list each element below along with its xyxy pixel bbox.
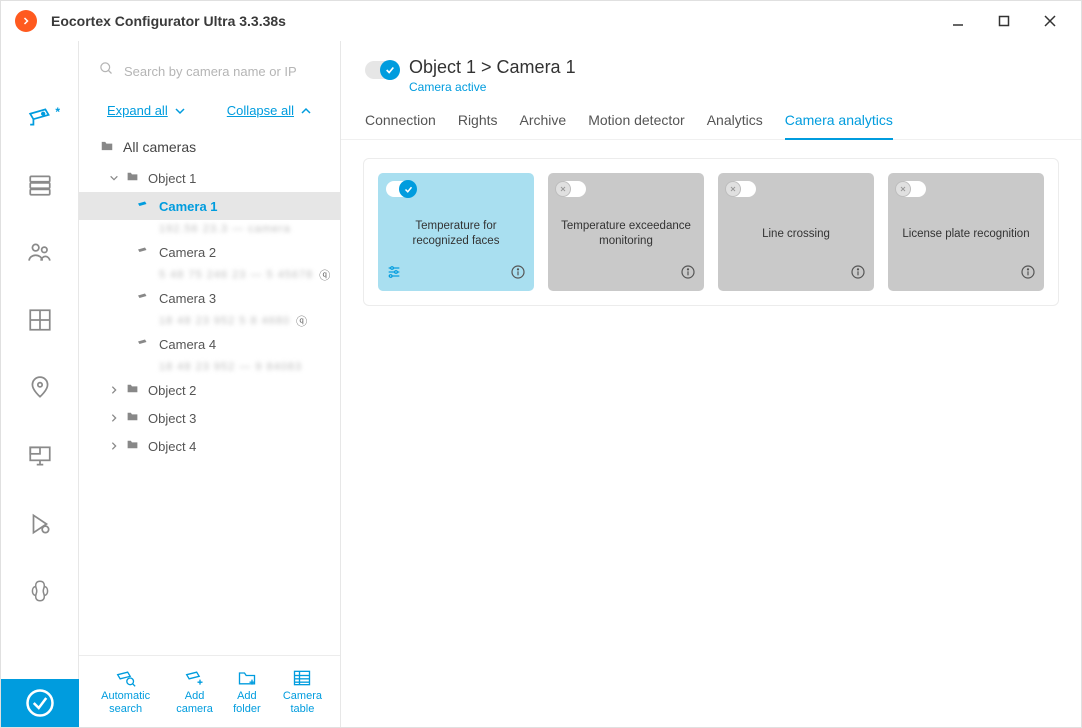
folder-icon — [99, 139, 115, 156]
analytics-toggle[interactable] — [896, 181, 926, 197]
tab-archive[interactable]: Archive — [520, 112, 567, 139]
info-icon[interactable] — [850, 264, 866, 285]
folder-icon — [125, 410, 140, 426]
nav-servers[interactable] — [1, 169, 78, 201]
tab-motion-detector[interactable]: Motion detector — [588, 112, 685, 139]
settings-icon[interactable] — [386, 264, 402, 285]
camera-address: 192.56 23.3 — camera — [79, 220, 340, 238]
chevron-up-icon — [300, 105, 312, 117]
camera-address: 18 48 23 952 — 9 84083 — [79, 358, 340, 376]
tree-camera[interactable]: Camera 3 — [79, 284, 340, 312]
nav-cameras[interactable]: * — [1, 101, 78, 133]
tree-camera[interactable]: Camera 2 — [79, 238, 340, 266]
close-button[interactable] — [1027, 5, 1073, 37]
info-icon[interactable] — [1020, 264, 1036, 285]
collapse-all-link[interactable]: Collapse all — [227, 103, 312, 118]
app-title: Eocortex Configurator Ultra 3.3.38s — [51, 13, 286, 29]
search-icon — [99, 61, 114, 81]
nav-sidebar: * — [1, 41, 79, 727]
main-content: Object 1 > Camera 1 Camera active Connec… — [341, 41, 1081, 727]
modified-indicator: * — [55, 105, 60, 119]
camera-address: 18 48 23 952 5 8 4680ⓠ — [79, 312, 340, 330]
analytics-card[interactable]: Line crossing — [718, 173, 874, 291]
nav-views[interactable] — [1, 440, 78, 472]
tree-object[interactable]: Object 4 — [79, 432, 340, 460]
camera-icon — [135, 337, 151, 352]
camera-tree-panel: Expand all Collapse all All cameras — [79, 41, 341, 727]
camera-icon — [135, 291, 151, 306]
camera-table-button[interactable]: Camera table — [271, 668, 334, 714]
analytics-label: Temperature for recognized faces — [388, 219, 524, 249]
app-logo-icon — [15, 10, 37, 32]
camera-icon — [135, 199, 151, 214]
analytics-label: Temperature exceedance monitoring — [558, 219, 694, 249]
nav-plans[interactable] — [1, 304, 78, 336]
folder-icon — [125, 438, 140, 454]
folder-icon — [125, 170, 140, 186]
chevron-down-icon — [174, 105, 186, 117]
analytics-card[interactable]: License plate recognition — [888, 173, 1044, 291]
analytics-label: Line crossing — [762, 227, 830, 242]
add-camera-button[interactable]: Add camera — [166, 668, 223, 714]
tab-analytics[interactable]: Analytics — [707, 112, 763, 139]
info-icon[interactable] — [680, 264, 696, 285]
tab-connection[interactable]: Connection — [365, 112, 436, 139]
nav-analytics[interactable] — [1, 576, 78, 608]
preview-icon[interactable]: ⓠ — [296, 313, 308, 329]
camera-address: 5 48 75 246 23 — 5 45678ⓠ — [79, 266, 340, 284]
breadcrumb-title: Object 1 > Camera 1 — [409, 57, 576, 78]
chevron-down-icon — [109, 171, 121, 186]
analytics-card-row: Temperature for recognized faces Tempera… — [363, 158, 1059, 306]
preview-icon[interactable]: ⓠ — [319, 267, 331, 283]
tab-rights[interactable]: Rights — [458, 112, 498, 139]
tree-root[interactable]: All cameras — [79, 130, 340, 164]
camera-icon — [135, 245, 151, 260]
tab-camera-analytics[interactable]: Camera analytics — [785, 112, 893, 140]
tree-camera[interactable]: Camera 4 — [79, 330, 340, 358]
tree-object[interactable]: Object 3 — [79, 404, 340, 432]
chevron-right-icon — [109, 439, 121, 454]
analytics-label: License plate recognition — [902, 227, 1029, 242]
tree-object[interactable]: Object 2 — [79, 376, 340, 404]
maximize-button[interactable] — [981, 5, 1027, 37]
camera-status: Camera active — [409, 80, 576, 94]
analytics-card[interactable]: Temperature exceedance monitoring — [548, 173, 704, 291]
expand-all-link[interactable]: Expand all — [107, 103, 186, 118]
analytics-toggle[interactable] — [556, 181, 586, 197]
apply-button[interactable] — [1, 679, 79, 727]
tree-object[interactable]: Object 1 — [79, 164, 340, 192]
tree-camera[interactable]: Camera 1 — [79, 192, 340, 220]
analytics-toggle[interactable] — [726, 181, 756, 197]
nav-automation[interactable] — [1, 508, 78, 540]
camera-enable-toggle[interactable] — [365, 61, 399, 79]
nav-users[interactable] — [1, 237, 78, 269]
nav-maps[interactable] — [1, 372, 78, 404]
chevron-right-icon — [109, 411, 121, 426]
automatic-search-button[interactable]: Automatic search — [85, 668, 166, 714]
minimize-button[interactable] — [935, 5, 981, 37]
chevron-right-icon — [109, 383, 121, 398]
add-folder-button[interactable]: Add folder — [223, 668, 271, 714]
folder-icon — [125, 382, 140, 398]
analytics-card[interactable]: Temperature for recognized faces — [378, 173, 534, 291]
info-icon[interactable] — [510, 264, 526, 285]
analytics-toggle[interactable] — [386, 181, 416, 197]
search-input[interactable] — [124, 64, 320, 79]
title-bar: Eocortex Configurator Ultra 3.3.38s — [1, 1, 1081, 41]
tab-bar: Connection Rights Archive Motion detecto… — [341, 100, 1081, 140]
